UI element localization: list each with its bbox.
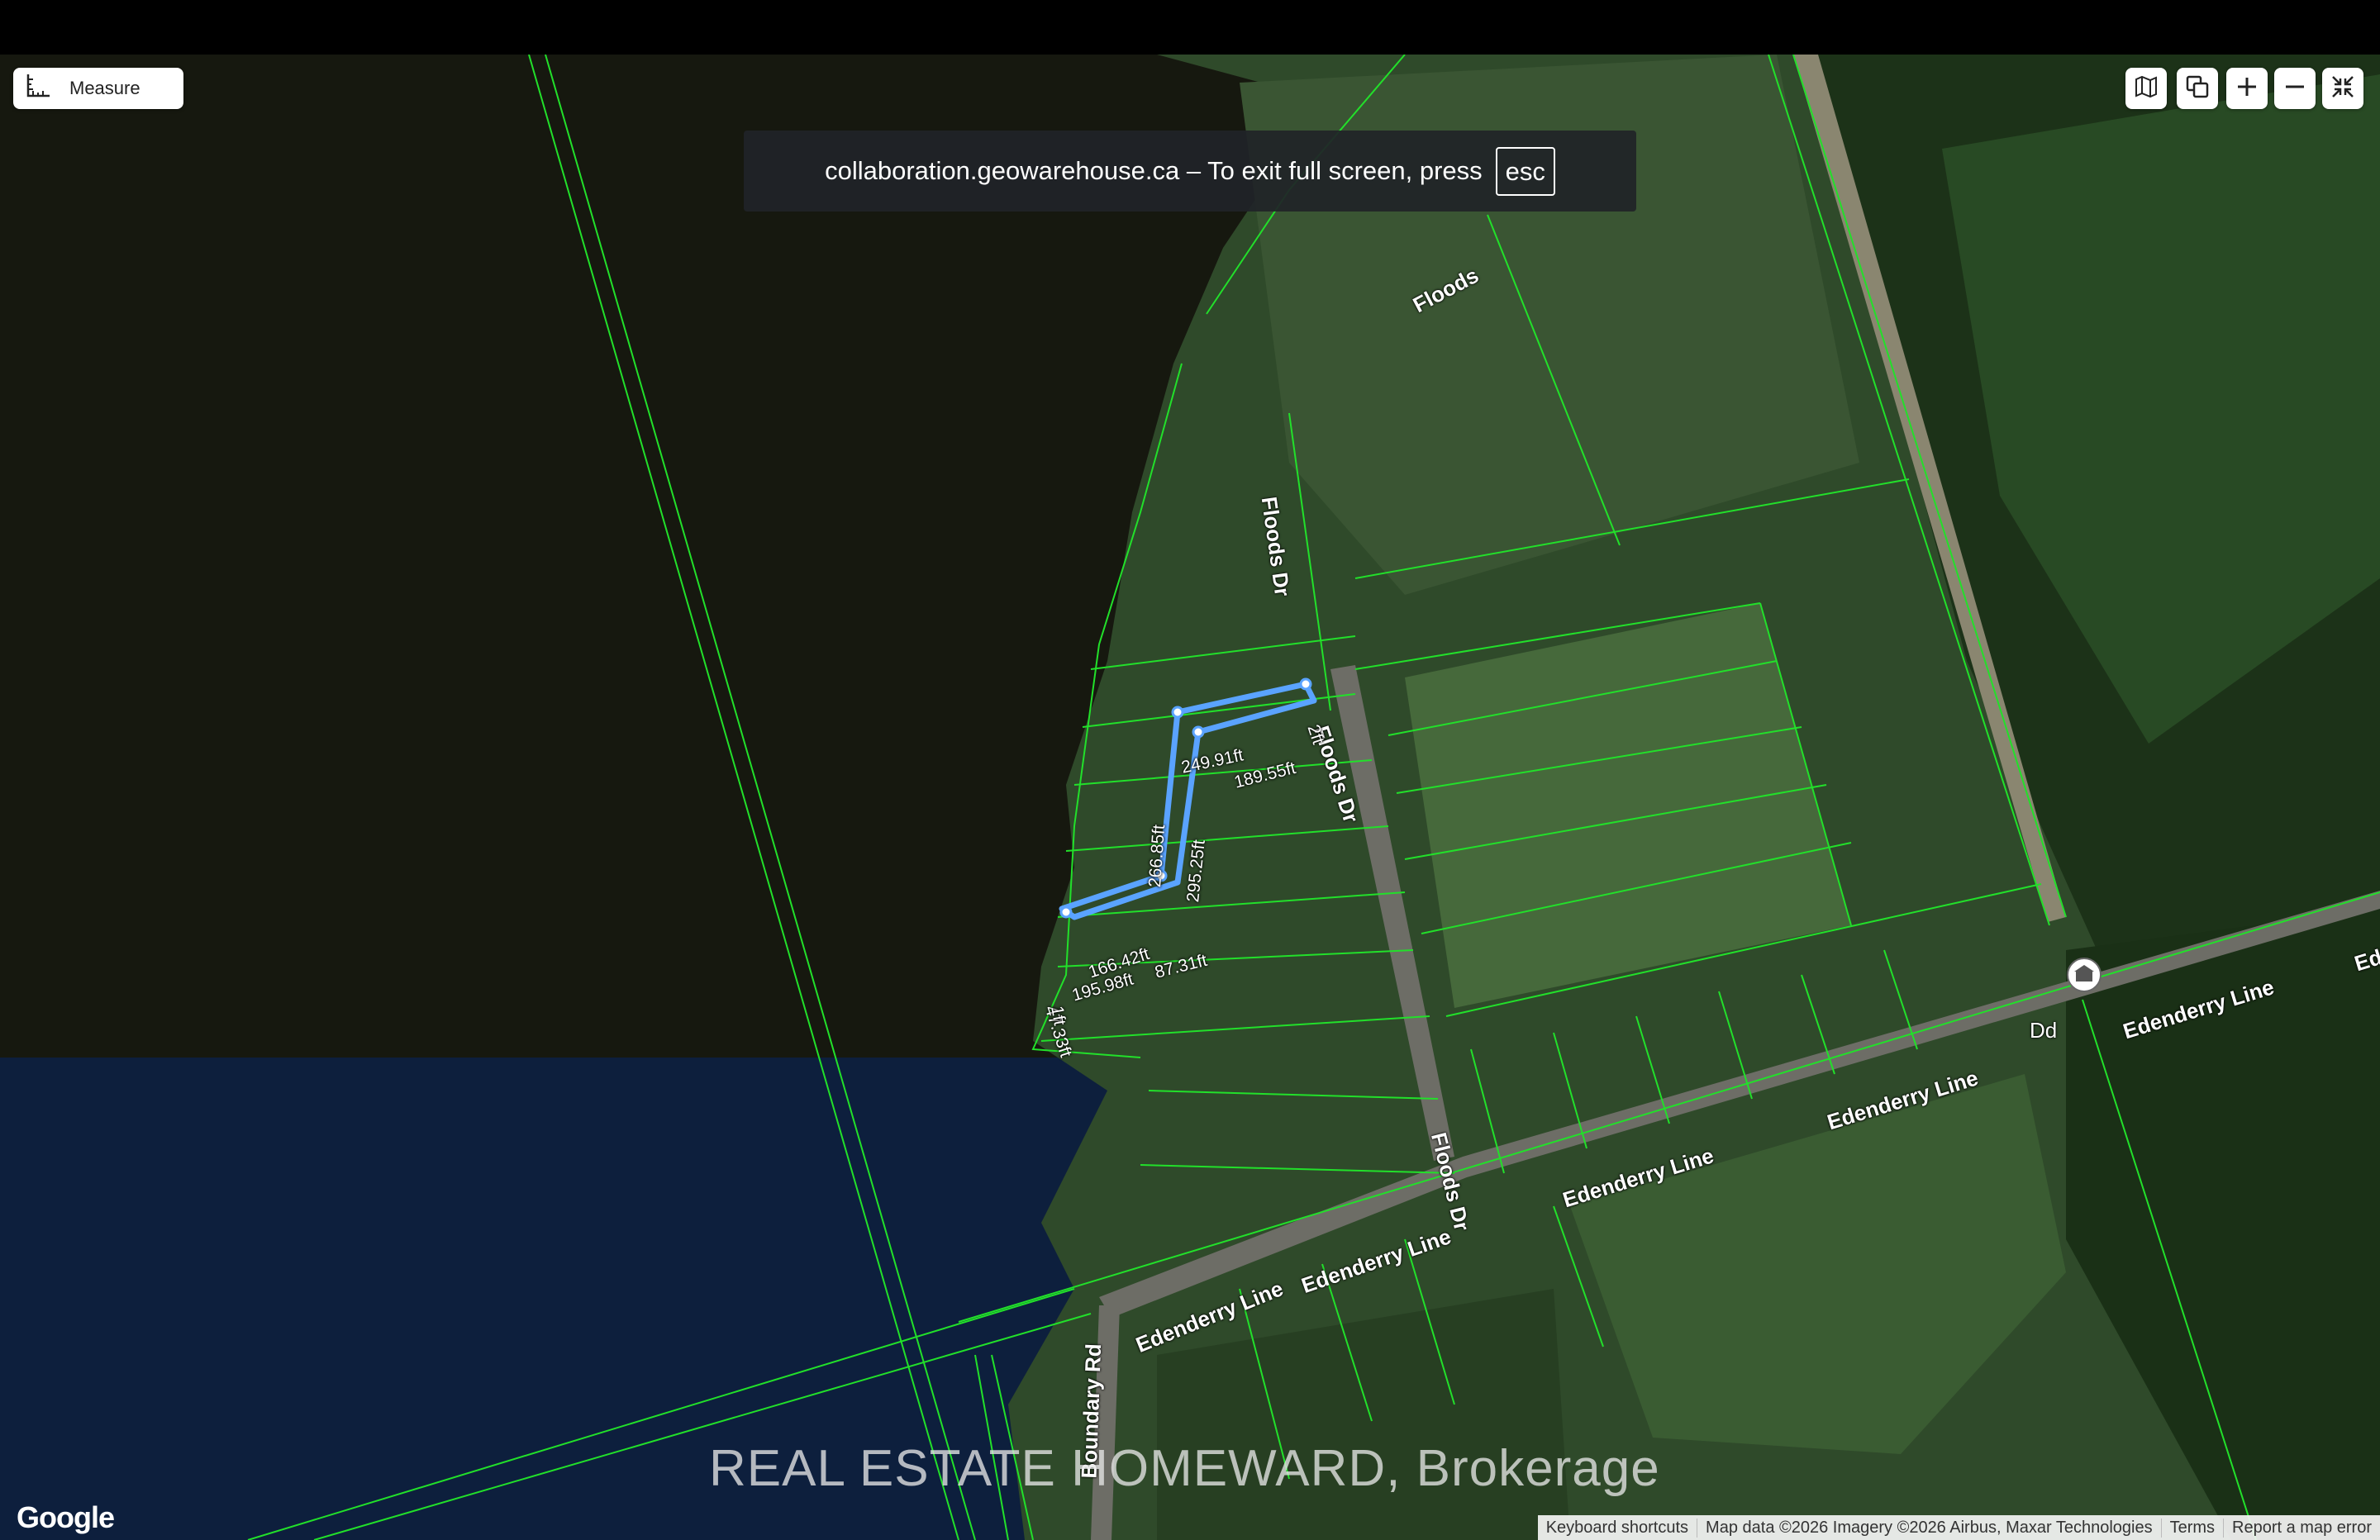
zoom-in-icon xyxy=(2235,74,2259,103)
layers-button[interactable] xyxy=(2177,68,2218,109)
map-type-icon xyxy=(2134,74,2159,103)
measure-button[interactable]: Measure xyxy=(13,68,183,109)
ruler-icon xyxy=(25,73,51,104)
zoom-in-button[interactable] xyxy=(2226,68,2268,109)
map-attribution: Keyboard shortcuts Map data ©2026 Imager… xyxy=(1537,1515,2380,1540)
satellite-map[interactable]: Floods Floods Dr Floods Dr Floods Dr Ede… xyxy=(0,55,2380,1540)
layers-icon xyxy=(2185,74,2210,103)
poi-marker-icon xyxy=(2067,958,2102,992)
google-logo: Google xyxy=(17,1500,115,1534)
exit-fullscreen-button[interactable] xyxy=(2322,68,2363,109)
keyboard-shortcuts-link[interactable]: Keyboard shortcuts xyxy=(1538,1519,1697,1538)
zoom-out-button[interactable] xyxy=(2274,68,2316,109)
exit-fullscreen-icon xyxy=(2330,74,2355,103)
map-type-button[interactable] xyxy=(2125,68,2167,109)
map-data-text: Map data ©2026 Imagery ©2026 Airbus, Max… xyxy=(1697,1518,2161,1538)
fullscreen-notice: collaboration.geowarehouse.ca – To exit … xyxy=(744,131,1636,212)
terms-link[interactable]: Terms xyxy=(2160,1518,2223,1538)
measurement-label: 1ft xyxy=(1047,1004,1069,1027)
top-black-bar xyxy=(0,0,2380,55)
zoom-out-icon xyxy=(2282,74,2307,103)
fullscreen-notice-text: collaboration.geowarehouse.ca – To exit … xyxy=(825,156,1483,185)
brokerage-watermark: REAL ESTATE HOMEWARD, Brokerage xyxy=(709,1440,1660,1497)
measure-label: Measure xyxy=(69,78,140,98)
poi-label: Dd xyxy=(2030,1018,2058,1043)
esc-key: esc xyxy=(1495,146,1555,196)
report-map-error-link[interactable]: Report a map error xyxy=(2223,1518,2380,1538)
